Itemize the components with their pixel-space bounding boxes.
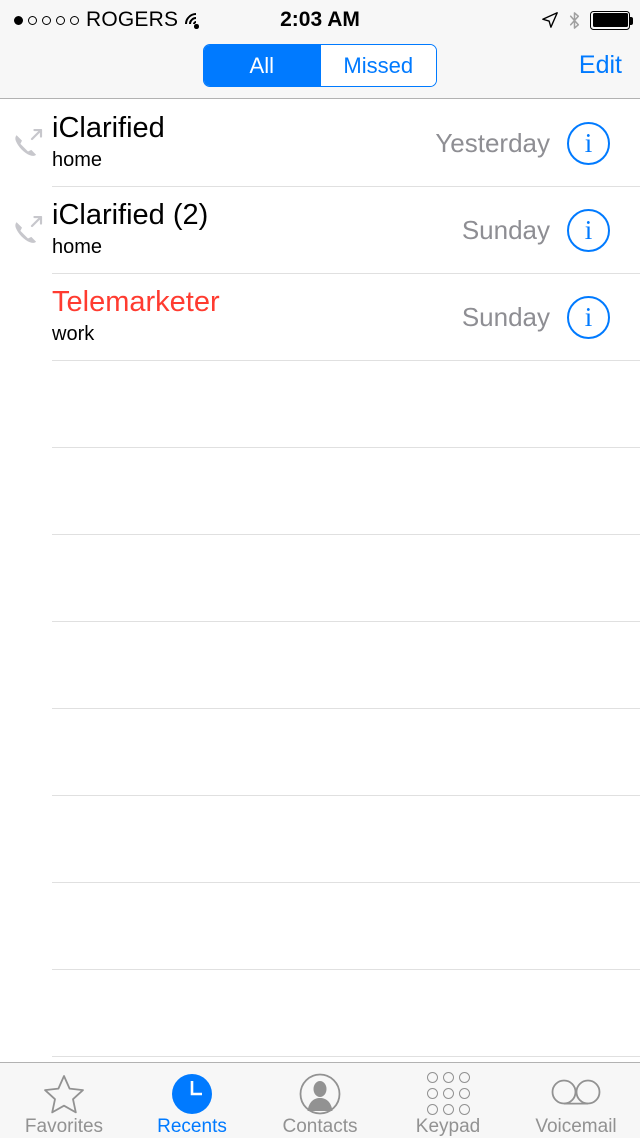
caller-name: Telemarketer xyxy=(52,285,460,319)
call-info-button[interactable]: i xyxy=(567,296,610,339)
phone-app-screen: ROGERS 2:03 AM All Missed Edit iClarifie… xyxy=(0,0,640,1138)
empty-list-row xyxy=(0,796,640,883)
edit-button[interactable]: Edit xyxy=(579,44,622,87)
outgoing-call-icon xyxy=(15,129,43,156)
caller-label: home xyxy=(52,236,103,258)
row-separator xyxy=(52,1056,640,1057)
keypad-icon xyxy=(426,1072,470,1115)
segment-all[interactable]: All xyxy=(204,45,320,86)
outgoing-call-icon xyxy=(15,216,43,243)
call-list-row[interactable]: iClarified home Yesterday i xyxy=(0,100,640,187)
voicemail-icon xyxy=(551,1072,601,1115)
call-row-text: iClarified home xyxy=(52,111,460,173)
call-list-row[interactable]: Telemarketer work Sunday i xyxy=(0,274,640,361)
call-filter-segmented-control[interactable]: All Missed xyxy=(203,44,437,87)
tab-label-contacts: Contacts xyxy=(282,1116,358,1137)
empty-list-row xyxy=(0,448,640,535)
navigation-bar: All Missed Edit xyxy=(0,40,640,99)
status-bar: ROGERS 2:03 AM xyxy=(0,0,640,40)
caller-label: home xyxy=(52,149,103,171)
caller-name-text: iClarified xyxy=(52,112,165,144)
caller-name-text: iClarified xyxy=(52,199,165,231)
call-time: Sunday xyxy=(461,302,550,332)
empty-list-row xyxy=(0,622,640,709)
segment-missed[interactable]: Missed xyxy=(319,45,436,86)
empty-list-row xyxy=(0,535,640,622)
tab-favorites[interactable]: Favorites xyxy=(0,1063,128,1138)
call-info-button[interactable]: i xyxy=(567,122,610,165)
call-row-text: Telemarketer work xyxy=(52,285,460,347)
caller-name: iClarified (2) xyxy=(52,198,460,232)
location-arrow-icon xyxy=(542,12,558,28)
caller-name: iClarified xyxy=(52,111,460,145)
call-row-text: iClarified (2) home xyxy=(52,198,460,260)
caller-label: work xyxy=(52,323,95,345)
call-count: (2) xyxy=(172,199,209,231)
empty-list-row xyxy=(0,883,640,970)
tab-label-voicemail: Voicemail xyxy=(535,1116,617,1137)
tab-voicemail[interactable]: Voicemail xyxy=(512,1063,640,1138)
tab-label-keypad: Keypad xyxy=(415,1116,481,1137)
tab-contacts[interactable]: Contacts xyxy=(256,1063,384,1138)
recents-call-list: iClarified home Yesterday i iClarified (… xyxy=(0,100,640,1062)
call-list-row[interactable]: iClarified (2) home Sunday i xyxy=(0,187,640,274)
call-time: Sunday xyxy=(461,215,550,245)
empty-list-row xyxy=(0,361,640,448)
person-icon xyxy=(299,1072,341,1115)
bluetooth-icon xyxy=(569,11,580,29)
tab-keypad[interactable]: Keypad xyxy=(384,1063,512,1138)
empty-list-row xyxy=(0,970,640,1057)
caller-name-text: Telemarketer xyxy=(52,286,220,318)
call-info-button[interactable]: i xyxy=(567,209,610,252)
battery-full-icon xyxy=(590,10,633,30)
status-bar-right xyxy=(541,0,633,40)
tab-bar: Favorites Recents Contacts Keypad Voicem… xyxy=(0,1062,640,1138)
call-time: Yesterday xyxy=(435,128,550,158)
tab-label-recents: Recents xyxy=(157,1116,227,1137)
tab-label-favorites: Favorites xyxy=(24,1116,104,1137)
star-icon xyxy=(43,1072,85,1115)
clock-icon xyxy=(171,1072,213,1115)
empty-list-row xyxy=(0,709,640,796)
tab-recents[interactable]: Recents xyxy=(128,1063,256,1138)
